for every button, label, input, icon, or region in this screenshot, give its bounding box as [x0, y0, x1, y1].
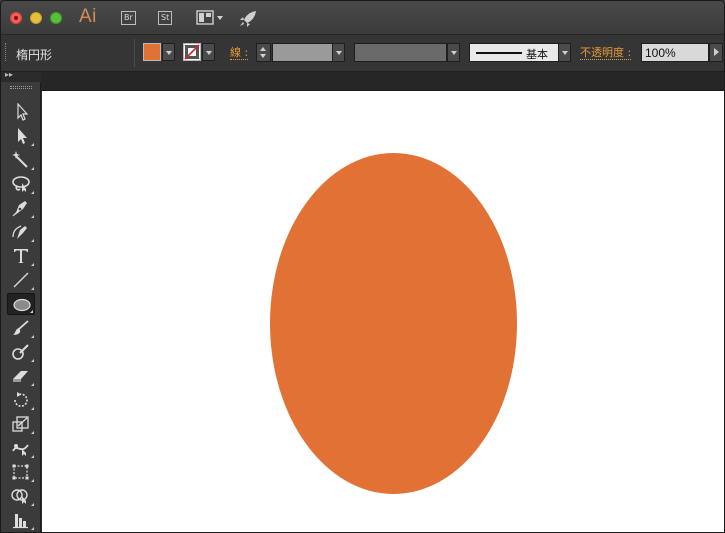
ellipse-tool[interactable] — [7, 293, 35, 315]
arrange-documents-button[interactable] — [196, 10, 226, 26]
brush-definition-field[interactable]: 基本 — [469, 43, 559, 62]
curvature-pen-tool-icon — [12, 225, 27, 239]
tools-panel-header[interactable]: ▸▸ — [1, 70, 41, 82]
tool-flyout-indicator — [31, 455, 34, 458]
opacity-flyout-arrow[interactable] — [709, 43, 723, 62]
minimize-window-button[interactable] — [30, 12, 42, 24]
eraser-tool[interactable] — [7, 365, 35, 387]
ellipse-tool-icon — [13, 298, 31, 312]
tool-flyout-indicator — [31, 335, 34, 338]
tool-flyout-indicator — [30, 310, 33, 313]
lasso-tool-icon — [12, 176, 30, 192]
graph-tool-icon — [13, 514, 28, 529]
tool-flyout-indicator — [31, 191, 34, 194]
close-window-button[interactable] — [10, 12, 22, 24]
stock-button[interactable]: St — [158, 11, 173, 25]
document-tab-bar — [41, 72, 724, 91]
brush-definition-dropdown[interactable] — [558, 43, 571, 62]
bridge-button[interactable]: Br — [121, 11, 136, 25]
stroke-weight-label[interactable]: 線 : — [230, 46, 249, 60]
app-logo: Ai — [79, 6, 97, 27]
control-bar-grip[interactable] — [5, 43, 8, 61]
selection-tool[interactable] — [7, 101, 35, 123]
fill-dropdown-arrow[interactable] — [162, 43, 175, 61]
fill-swatch[interactable] — [143, 43, 161, 61]
tool-flyout-indicator — [31, 479, 34, 482]
direct-selection-tool-icon — [18, 128, 27, 144]
no-stroke-icon — [184, 44, 200, 60]
free-transform-tool-icon — [12, 464, 29, 480]
scale-tool[interactable] — [7, 413, 35, 435]
magic-wand-tool-icon — [12, 151, 28, 168]
stroke-weight-input[interactable] — [272, 43, 333, 62]
graph-tool[interactable] — [7, 509, 35, 531]
tool-flyout-indicator — [31, 383, 34, 386]
selection-tool-icon — [17, 103, 29, 121]
blob-brush-tool-icon — [12, 344, 29, 360]
ellipse-shape[interactable] — [270, 153, 517, 494]
eraser-tool-icon — [13, 371, 28, 382]
expand-panel-icon[interactable]: ▸▸ — [5, 70, 13, 79]
stroke-swatch-none[interactable] — [183, 43, 201, 61]
tool-flyout-indicator — [31, 263, 34, 266]
shape-builder-tool[interactable] — [7, 485, 35, 507]
pen-tool[interactable] — [7, 197, 35, 219]
tool-flyout-indicator — [31, 287, 34, 290]
tools-panel-grip[interactable] — [10, 86, 32, 89]
rocket-icon — [240, 11, 256, 27]
line-segment-tool[interactable] — [7, 269, 35, 291]
artboard-canvas[interactable] — [42, 91, 724, 532]
curvature-tool[interactable] — [7, 221, 35, 243]
tool-flyout-indicator — [31, 215, 34, 218]
line-segment-tool-icon — [13, 272, 29, 288]
tool-flyout-indicator — [31, 239, 34, 242]
selected-object-label: 楕円形 — [16, 48, 53, 62]
illustrator-window: Ai Br St 楕円形 線: 基本 不透明度: 100% ▸▸ — [0, 0, 725, 533]
tool-flyout-indicator — [31, 431, 34, 434]
tool-flyout-indicator — [31, 503, 34, 506]
separator — [134, 39, 135, 67]
gpu-performance-button[interactable] — [238, 10, 258, 28]
stroke-weight-dropdown[interactable] — [332, 43, 345, 62]
control-bar: 楕円形 線 : 基本 不透明度 : 100% — [1, 35, 724, 72]
type-tool[interactable] — [7, 245, 35, 267]
title-bar: Ai Br St — [1, 1, 724, 35]
type-tool-icon — [14, 249, 28, 263]
free-transform-tool[interactable] — [7, 461, 35, 483]
arrange-documents-icon — [196, 10, 223, 25]
variable-width-profile-dropdown[interactable] — [447, 43, 460, 62]
scale-tool-icon — [12, 416, 29, 432]
opacity-label[interactable]: 不透明度 : — [580, 46, 632, 60]
pen-tool-icon — [12, 201, 27, 217]
brush-definition-label: 基本 — [526, 48, 548, 61]
opacity-input[interactable]: 100% — [641, 43, 709, 62]
tool-flyout-indicator — [31, 143, 34, 146]
tool-flyout-indicator — [31, 359, 34, 362]
puppet-warp-tool-icon — [12, 444, 29, 456]
tool-flyout-indicator — [31, 407, 34, 410]
blob-brush-tool[interactable] — [7, 341, 35, 363]
lasso-tool[interactable] — [7, 173, 35, 195]
rotate-tool[interactable] — [7, 389, 35, 411]
direct-selection-tool[interactable] — [7, 125, 35, 147]
paintbrush-tool[interactable] — [7, 317, 35, 339]
stroke-weight-stepper[interactable] — [256, 43, 271, 62]
brush-stroke-preview — [476, 52, 522, 54]
magic-wand-tool[interactable] — [7, 149, 35, 171]
tool-flyout-indicator — [31, 167, 34, 170]
zoom-window-button[interactable] — [50, 12, 62, 24]
tools-panel: ▸▸ — [1, 70, 41, 532]
shape-builder-tool-icon — [11, 489, 28, 504]
rotate-tool-icon — [14, 392, 28, 407]
variable-width-profile-field[interactable] — [354, 43, 447, 62]
stroke-dropdown-arrow[interactable] — [202, 43, 215, 61]
paintbrush-tool-icon — [13, 320, 29, 335]
tool-flyout-indicator — [31, 527, 34, 530]
puppet-warp-tool[interactable] — [7, 437, 35, 459]
